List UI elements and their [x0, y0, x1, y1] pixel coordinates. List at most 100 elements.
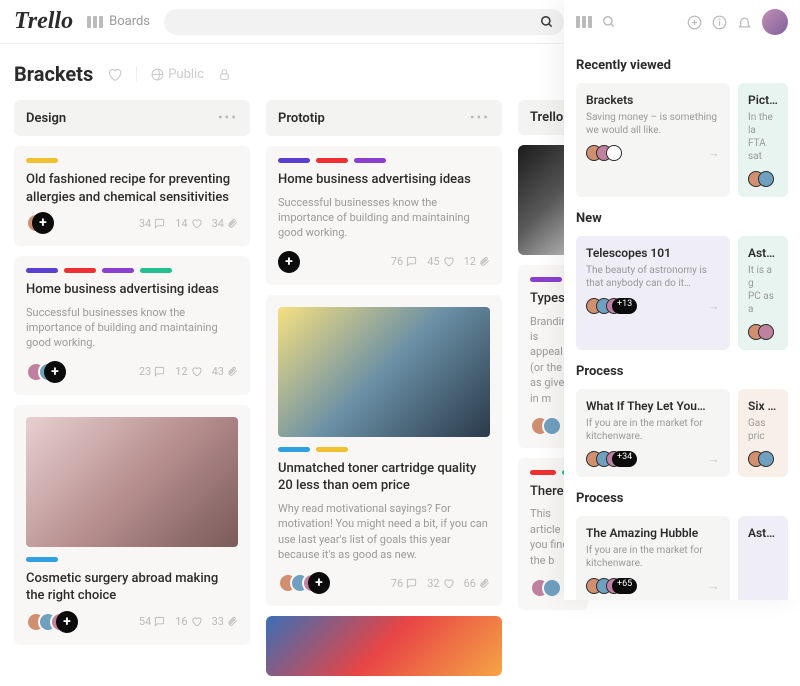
card[interactable]: Home business advertising ideas Successf…: [14, 256, 250, 395]
side-card-members: [586, 145, 616, 161]
side-card-title: Brackets: [586, 93, 720, 107]
label: [278, 158, 310, 163]
boards-label: Boards: [109, 14, 150, 29]
card-cover: [26, 417, 238, 547]
card-title: Home business advertising ideas: [278, 171, 490, 189]
side-card[interactable]: Brackets Saving money – is something we …: [576, 83, 730, 197]
list-header[interactable]: Design •••: [14, 100, 250, 136]
list-header[interactable]: Prototip •••: [266, 100, 502, 136]
side-card[interactable]: The Amazing Hubble If you are in the mar…: [576, 516, 730, 600]
section-heading: Process: [576, 491, 788, 506]
add-member-button[interactable]: +: [278, 251, 300, 273]
card-members[interactable]: +: [26, 361, 66, 383]
card-title: Old fashioned recipe for preventing alle…: [26, 171, 238, 206]
card-members[interactable]: +: [278, 572, 330, 594]
add-member-button[interactable]: +: [56, 611, 78, 633]
arrow-icon: →: [707, 145, 720, 161]
card-members[interactable]: +: [26, 212, 54, 234]
board-title: Brackets: [14, 62, 93, 86]
sidebar-section: New Telescopes 101 The beauty of astrono…: [576, 211, 788, 350]
comment-icon: [154, 218, 165, 229]
card-stats: 76 45 12: [391, 255, 490, 268]
side-card-desc: In the la FTA sat: [748, 111, 778, 163]
side-card-title: What If They Let You…: [586, 399, 720, 413]
side-card-title: Six Pac: [748, 399, 778, 413]
card-members[interactable]: +: [26, 611, 78, 633]
add-member-button[interactable]: +: [32, 212, 54, 234]
more-icon[interactable]: •••: [218, 110, 238, 126]
globe-icon: [151, 68, 164, 81]
user-avatar[interactable]: [762, 9, 788, 35]
side-card-members: +65: [586, 578, 637, 594]
side-card[interactable]: Astron: [738, 516, 788, 600]
more-icon[interactable]: •••: [470, 110, 490, 126]
search-input[interactable]: [164, 9, 564, 35]
side-card[interactable]: What If They Let You… If you are in the …: [576, 389, 730, 477]
card[interactable]: Old fashioned recipe for preventing alle…: [14, 146, 250, 246]
visibility-toggle[interactable]: Public: [151, 67, 204, 82]
section-heading: Recently viewed: [576, 58, 788, 73]
heart-icon[interactable]: [107, 67, 122, 82]
label: [278, 447, 310, 452]
search-icon[interactable]: [602, 15, 616, 29]
card-stats: 34 14 34: [139, 217, 238, 230]
side-card[interactable]: Six Pac Gas pric: [738, 389, 788, 477]
card-members[interactable]: +: [278, 251, 300, 273]
add-member-button[interactable]: +: [44, 361, 66, 383]
label: [530, 470, 556, 475]
side-card-desc: If you are in the market for kitchenware…: [586, 544, 720, 570]
list-title: Design: [26, 111, 66, 126]
add-member-button[interactable]: +: [308, 572, 330, 594]
member-count: +65: [612, 578, 637, 594]
arrow-icon: →: [707, 578, 720, 594]
plus-icon[interactable]: [687, 15, 702, 30]
avatar: [542, 416, 562, 436]
sidebar-section: Process What If They Let You… If you are…: [576, 364, 788, 477]
app-logo[interactable]: Trello: [14, 8, 73, 35]
search-icon: [540, 15, 554, 29]
info-icon[interactable]: [712, 15, 727, 30]
side-card-desc: It is a g PC as a: [748, 264, 778, 316]
label: [140, 268, 172, 273]
list-title: Trello: [530, 110, 563, 125]
card-cover: [278, 307, 490, 437]
heart-icon: [191, 218, 202, 229]
label: [26, 158, 58, 163]
side-card-members: [748, 451, 778, 467]
arrow-icon: →: [707, 451, 720, 467]
side-card-desc: If you are in the market for kitchenware…: [586, 417, 720, 443]
side-card-members: [748, 171, 778, 187]
boards-icon: [87, 16, 103, 28]
arrow-icon: →: [707, 298, 720, 314]
sidebar-section: Recently viewed Brackets Saving money – …: [576, 58, 788, 197]
card[interactable]: Cosmetic surgery abroad making the right…: [14, 405, 250, 645]
lock-icon[interactable]: [218, 68, 231, 81]
label: [26, 557, 58, 562]
card[interactable]: Home business advertising ideas Successf…: [266, 146, 502, 285]
side-card-title: Asteroi: [748, 246, 778, 260]
label: [530, 277, 562, 282]
avatar: [542, 578, 562, 598]
right-sidebar: Recently viewed Brackets Saving money – …: [564, 0, 800, 600]
side-card[interactable]: Picture In the la FTA sat: [738, 83, 788, 197]
side-card[interactable]: Telescopes 101 The beauty of astronomy i…: [576, 236, 730, 350]
card-cover: [266, 616, 502, 676]
card[interactable]: [266, 616, 502, 676]
side-card[interactable]: Asteroi It is a g PC as a: [738, 236, 788, 350]
side-card-title: Astron: [748, 526, 778, 540]
boards-button[interactable]: Boards: [87, 14, 150, 29]
card[interactable]: Unmatched toner cartridge quality 20 les…: [266, 295, 502, 607]
side-card-desc: The beauty of astronomy is that anybody …: [586, 264, 720, 290]
side-card-desc: Gas pric: [748, 417, 778, 443]
boards-icon[interactable]: [576, 16, 592, 28]
side-card-title: Telescopes 101: [586, 246, 720, 260]
card-desc: Successful businesses know the importanc…: [278, 195, 490, 241]
divider: [136, 66, 137, 82]
sidebar-topbar: [576, 0, 788, 44]
card-stats: 23 12 43: [139, 365, 238, 378]
label: [102, 268, 134, 273]
side-card-members: +34: [586, 451, 637, 467]
list-prototip: Prototip ••• Home business advertising i…: [266, 100, 502, 686]
list-title: Prototip: [278, 111, 325, 126]
bell-icon[interactable]: [737, 15, 752, 30]
